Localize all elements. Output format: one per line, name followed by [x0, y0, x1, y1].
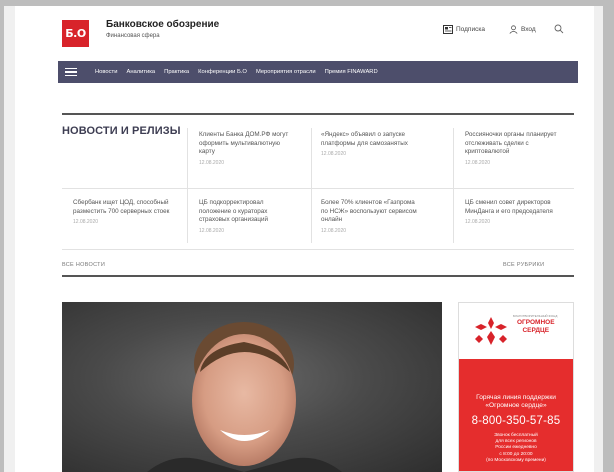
nav-item-analytics[interactable]: Аналитика	[126, 69, 155, 75]
ad-hotline-title: Горячая линия поддержки «Огромное сердце…	[476, 394, 556, 409]
login-button[interactable]: Вход	[509, 24, 536, 34]
all-rubrics-link[interactable]: ВСЕ РУБРИКИ	[503, 262, 544, 268]
news-headline[interactable]: Более 70% клиентов «Газпрома по НСЖ» вос…	[321, 199, 419, 225]
news-headline[interactable]: ЦБ сменил совет директоров МинДанга и ег…	[465, 199, 563, 216]
ad-org-name: ОГРОМНОЕ СЕРДЦЕ	[517, 319, 555, 334]
nav-item-practice[interactable]: Практика	[164, 69, 189, 75]
column-divider	[187, 128, 188, 243]
newspaper-icon	[443, 24, 453, 34]
news-item[interactable]: Более 70% клиентов «Газпрома по НСЖ» вос…	[321, 199, 419, 234]
section-divider	[62, 275, 574, 277]
row-divider	[62, 249, 574, 250]
portrait-illustration	[147, 322, 342, 472]
search-icon[interactable]	[554, 24, 564, 34]
site-logo[interactable]: Б.О	[62, 20, 89, 47]
news-date: 12.08.2020	[321, 227, 347, 234]
news-date: 12.08.2020	[465, 219, 491, 226]
news-item[interactable]: «Яндекс» объявил о запуске платформы для…	[321, 131, 419, 157]
ad-note: Звонок бесплатный для всех регионов Росс…	[486, 433, 546, 463]
featured-article-photo[interactable]	[62, 302, 442, 472]
news-item[interactable]: Россияночки органы планирует отслеживать…	[465, 131, 563, 166]
login-label: Вход	[520, 25, 536, 33]
news-headline[interactable]: Сбербанк ищет ЦОД, способный разместить …	[73, 199, 171, 216]
news-item[interactable]: ЦБ подкорректировал положение о куратора…	[199, 199, 297, 234]
section-divider	[62, 113, 574, 115]
news-item[interactable]: Сбербанк ищет ЦОД, способный разместить …	[73, 199, 171, 225]
news-headline[interactable]: ЦБ подкорректировал положение о куратора…	[199, 199, 297, 225]
header-actions: Подписка Вход	[443, 24, 564, 34]
user-icon	[509, 24, 518, 34]
news-item[interactable]: ЦБ сменил совет директоров МинДанга и ег…	[465, 199, 563, 225]
row-divider	[62, 188, 574, 189]
nav-item-industry-events[interactable]: Мероприятия отрасли	[256, 69, 316, 75]
column-divider	[453, 128, 454, 243]
subscribe-button[interactable]: Подписка	[443, 24, 485, 34]
news-date: 12.08.2020	[465, 159, 491, 166]
main-navigation: Новости Аналитика Практика Конференции Б…	[58, 61, 578, 83]
news-date: 12.08.2020	[199, 159, 225, 166]
brand-name[interactable]: Банковское обозрение	[106, 19, 219, 30]
news-headline[interactable]: «Яндекс» объявил о запуске платформы для…	[321, 131, 419, 148]
menu-icon[interactable]	[65, 67, 77, 77]
news-item[interactable]: Клиенты Банка ДОМ.РФ могут оформить муль…	[199, 131, 297, 166]
section-title: НОВОСТИ И РЕЛИЗЫ	[62, 125, 181, 137]
brand-subtitle: Финансовая сфера	[106, 33, 160, 39]
heart-ornament-icon	[475, 317, 507, 345]
ad-phone-number[interactable]: 8-800-350-57-85	[459, 415, 573, 427]
nav-item-conferences[interactable]: Конференции Б.О	[198, 69, 247, 75]
ad-logo-area: БЛАГОТВОРИТЕЛЬНЫЙ ФОНД ОГРОМНОЕ СЕРДЦЕ	[459, 303, 573, 359]
subscribe-label: Подписка	[456, 25, 485, 33]
site-page: Б.О Банковское обозрение Финансовая сфер…	[15, 6, 594, 472]
column-divider	[311, 128, 312, 243]
nav-item-news[interactable]: Новости	[95, 69, 117, 75]
news-date: 12.08.2020	[73, 219, 99, 226]
ad-org-small: БЛАГОТВОРИТЕЛЬНЫЙ ФОНД	[513, 314, 558, 318]
news-date: 12.08.2020	[321, 151, 347, 158]
page-background: Б.О Банковское обозрение Финансовая сфер…	[4, 6, 603, 472]
news-date: 12.08.2020	[199, 227, 225, 234]
all-news-link[interactable]: ВСЕ НОВОСТИ	[62, 262, 105, 268]
charity-ad-banner[interactable]: БЛАГОТВОРИТЕЛЬНЫЙ ФОНД ОГРОМНОЕ СЕРДЦЕ Г…	[458, 302, 574, 472]
nav-item-finaward[interactable]: Премия FINAWARD	[325, 69, 378, 75]
ad-hotline-block: Горячая линия поддержки «Огромное сердце…	[459, 359, 573, 471]
news-headline[interactable]: Клиенты Банка ДОМ.РФ могут оформить муль…	[199, 131, 297, 157]
news-headline[interactable]: Россияночки органы планирует отслеживать…	[465, 131, 563, 157]
